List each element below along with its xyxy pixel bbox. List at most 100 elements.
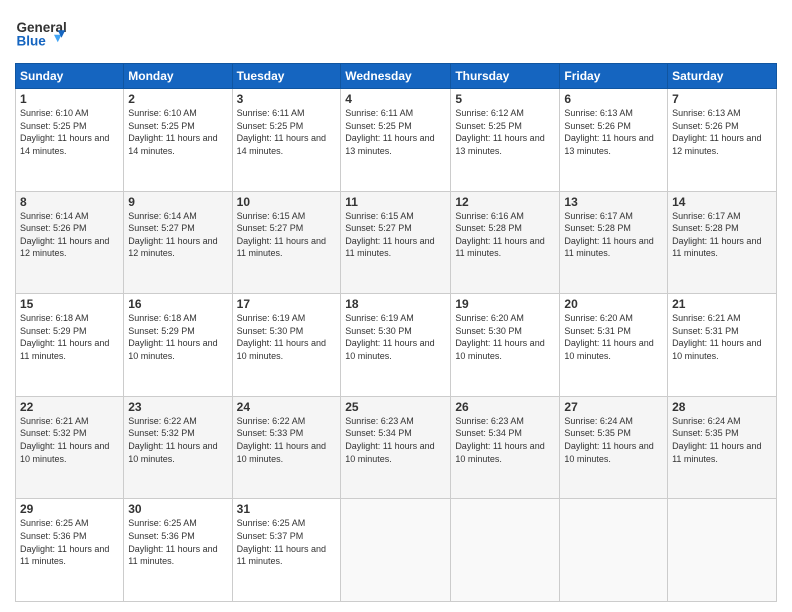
day-info: Sunrise: 6:11 AM Sunset: 5:25 PM Dayligh…	[345, 107, 446, 157]
day-info: Sunrise: 6:18 AM Sunset: 5:29 PM Dayligh…	[128, 312, 227, 362]
day-info: Sunrise: 6:19 AM Sunset: 5:30 PM Dayligh…	[345, 312, 446, 362]
calendar-cell: 8Sunrise: 6:14 AM Sunset: 5:26 PM Daylig…	[16, 191, 124, 294]
calendar-cell: 6Sunrise: 6:13 AM Sunset: 5:26 PM Daylig…	[560, 89, 668, 192]
day-number: 24	[237, 400, 337, 414]
calendar-cell: 30Sunrise: 6:25 AM Sunset: 5:36 PM Dayli…	[124, 499, 232, 602]
calendar-cell: 19Sunrise: 6:20 AM Sunset: 5:30 PM Dayli…	[451, 294, 560, 397]
calendar-cell: 4Sunrise: 6:11 AM Sunset: 5:25 PM Daylig…	[341, 89, 451, 192]
calendar-cell: 21Sunrise: 6:21 AM Sunset: 5:31 PM Dayli…	[668, 294, 777, 397]
day-info: Sunrise: 6:21 AM Sunset: 5:31 PM Dayligh…	[672, 312, 772, 362]
day-info: Sunrise: 6:24 AM Sunset: 5:35 PM Dayligh…	[564, 415, 663, 465]
week-row-2: 8Sunrise: 6:14 AM Sunset: 5:26 PM Daylig…	[16, 191, 777, 294]
day-number: 4	[345, 92, 446, 106]
calendar-cell	[451, 499, 560, 602]
svg-text:Blue: Blue	[17, 33, 47, 48]
day-number: 23	[128, 400, 227, 414]
day-number: 15	[20, 297, 119, 311]
logo-svg: General Blue	[15, 10, 75, 55]
header: General Blue	[15, 10, 777, 55]
calendar-cell	[668, 499, 777, 602]
day-number: 6	[564, 92, 663, 106]
week-row-5: 29Sunrise: 6:25 AM Sunset: 5:36 PM Dayli…	[16, 499, 777, 602]
page: General Blue SundayMondayTuesdayWednesda…	[0, 0, 792, 612]
calendar-cell: 2Sunrise: 6:10 AM Sunset: 5:25 PM Daylig…	[124, 89, 232, 192]
day-number: 5	[455, 92, 555, 106]
logo: General Blue	[15, 10, 75, 55]
day-number: 3	[237, 92, 337, 106]
day-number: 14	[672, 195, 772, 209]
day-number: 28	[672, 400, 772, 414]
day-number: 8	[20, 195, 119, 209]
day-number: 11	[345, 195, 446, 209]
day-number: 30	[128, 502, 227, 516]
day-number: 9	[128, 195, 227, 209]
day-number: 19	[455, 297, 555, 311]
day-info: Sunrise: 6:16 AM Sunset: 5:28 PM Dayligh…	[455, 210, 555, 260]
calendar-cell: 23Sunrise: 6:22 AM Sunset: 5:32 PM Dayli…	[124, 396, 232, 499]
calendar-cell: 1Sunrise: 6:10 AM Sunset: 5:25 PM Daylig…	[16, 89, 124, 192]
day-info: Sunrise: 6:22 AM Sunset: 5:33 PM Dayligh…	[237, 415, 337, 465]
calendar-cell: 10Sunrise: 6:15 AM Sunset: 5:27 PM Dayli…	[232, 191, 341, 294]
day-number: 1	[20, 92, 119, 106]
day-info: Sunrise: 6:23 AM Sunset: 5:34 PM Dayligh…	[455, 415, 555, 465]
day-info: Sunrise: 6:25 AM Sunset: 5:36 PM Dayligh…	[128, 517, 227, 567]
day-info: Sunrise: 6:17 AM Sunset: 5:28 PM Dayligh…	[564, 210, 663, 260]
day-info: Sunrise: 6:15 AM Sunset: 5:27 PM Dayligh…	[345, 210, 446, 260]
calendar-cell: 15Sunrise: 6:18 AM Sunset: 5:29 PM Dayli…	[16, 294, 124, 397]
day-info: Sunrise: 6:15 AM Sunset: 5:27 PM Dayligh…	[237, 210, 337, 260]
day-header-tuesday: Tuesday	[232, 64, 341, 89]
calendar-table: SundayMondayTuesdayWednesdayThursdayFrid…	[15, 63, 777, 602]
day-header-sunday: Sunday	[16, 64, 124, 89]
day-number: 16	[128, 297, 227, 311]
day-number: 7	[672, 92, 772, 106]
day-number: 13	[564, 195, 663, 209]
calendar-cell: 22Sunrise: 6:21 AM Sunset: 5:32 PM Dayli…	[16, 396, 124, 499]
calendar-cell: 12Sunrise: 6:16 AM Sunset: 5:28 PM Dayli…	[451, 191, 560, 294]
day-info: Sunrise: 6:22 AM Sunset: 5:32 PM Dayligh…	[128, 415, 227, 465]
day-info: Sunrise: 6:18 AM Sunset: 5:29 PM Dayligh…	[20, 312, 119, 362]
day-number: 25	[345, 400, 446, 414]
day-number: 17	[237, 297, 337, 311]
day-info: Sunrise: 6:10 AM Sunset: 5:25 PM Dayligh…	[20, 107, 119, 157]
calendar-cell: 14Sunrise: 6:17 AM Sunset: 5:28 PM Dayli…	[668, 191, 777, 294]
day-header-friday: Friday	[560, 64, 668, 89]
day-info: Sunrise: 6:11 AM Sunset: 5:25 PM Dayligh…	[237, 107, 337, 157]
calendar-cell: 7Sunrise: 6:13 AM Sunset: 5:26 PM Daylig…	[668, 89, 777, 192]
day-number: 31	[237, 502, 337, 516]
calendar-cell: 3Sunrise: 6:11 AM Sunset: 5:25 PM Daylig…	[232, 89, 341, 192]
day-number: 26	[455, 400, 555, 414]
day-number: 2	[128, 92, 227, 106]
calendar-cell: 29Sunrise: 6:25 AM Sunset: 5:36 PM Dayli…	[16, 499, 124, 602]
calendar-cell: 5Sunrise: 6:12 AM Sunset: 5:25 PM Daylig…	[451, 89, 560, 192]
day-info: Sunrise: 6:20 AM Sunset: 5:30 PM Dayligh…	[455, 312, 555, 362]
calendar-cell: 28Sunrise: 6:24 AM Sunset: 5:35 PM Dayli…	[668, 396, 777, 499]
calendar-cell: 27Sunrise: 6:24 AM Sunset: 5:35 PM Dayli…	[560, 396, 668, 499]
calendar-cell: 13Sunrise: 6:17 AM Sunset: 5:28 PM Dayli…	[560, 191, 668, 294]
calendar-cell: 31Sunrise: 6:25 AM Sunset: 5:37 PM Dayli…	[232, 499, 341, 602]
day-header-saturday: Saturday	[668, 64, 777, 89]
day-number: 20	[564, 297, 663, 311]
day-number: 18	[345, 297, 446, 311]
calendar-cell: 16Sunrise: 6:18 AM Sunset: 5:29 PM Dayli…	[124, 294, 232, 397]
day-info: Sunrise: 6:14 AM Sunset: 5:27 PM Dayligh…	[128, 210, 227, 260]
day-number: 22	[20, 400, 119, 414]
day-info: Sunrise: 6:25 AM Sunset: 5:37 PM Dayligh…	[237, 517, 337, 567]
day-number: 27	[564, 400, 663, 414]
calendar-cell: 17Sunrise: 6:19 AM Sunset: 5:30 PM Dayli…	[232, 294, 341, 397]
calendar-cell: 26Sunrise: 6:23 AM Sunset: 5:34 PM Dayli…	[451, 396, 560, 499]
calendar-cell: 20Sunrise: 6:20 AM Sunset: 5:31 PM Dayli…	[560, 294, 668, 397]
day-info: Sunrise: 6:12 AM Sunset: 5:25 PM Dayligh…	[455, 107, 555, 157]
day-number: 29	[20, 502, 119, 516]
header-row: SundayMondayTuesdayWednesdayThursdayFrid…	[16, 64, 777, 89]
calendar-cell: 9Sunrise: 6:14 AM Sunset: 5:27 PM Daylig…	[124, 191, 232, 294]
calendar-cell	[341, 499, 451, 602]
calendar-cell	[560, 499, 668, 602]
day-info: Sunrise: 6:17 AM Sunset: 5:28 PM Dayligh…	[672, 210, 772, 260]
week-row-3: 15Sunrise: 6:18 AM Sunset: 5:29 PM Dayli…	[16, 294, 777, 397]
day-number: 21	[672, 297, 772, 311]
day-info: Sunrise: 6:20 AM Sunset: 5:31 PM Dayligh…	[564, 312, 663, 362]
calendar-cell: 11Sunrise: 6:15 AM Sunset: 5:27 PM Dayli…	[341, 191, 451, 294]
day-info: Sunrise: 6:25 AM Sunset: 5:36 PM Dayligh…	[20, 517, 119, 567]
day-info: Sunrise: 6:19 AM Sunset: 5:30 PM Dayligh…	[237, 312, 337, 362]
day-info: Sunrise: 6:10 AM Sunset: 5:25 PM Dayligh…	[128, 107, 227, 157]
